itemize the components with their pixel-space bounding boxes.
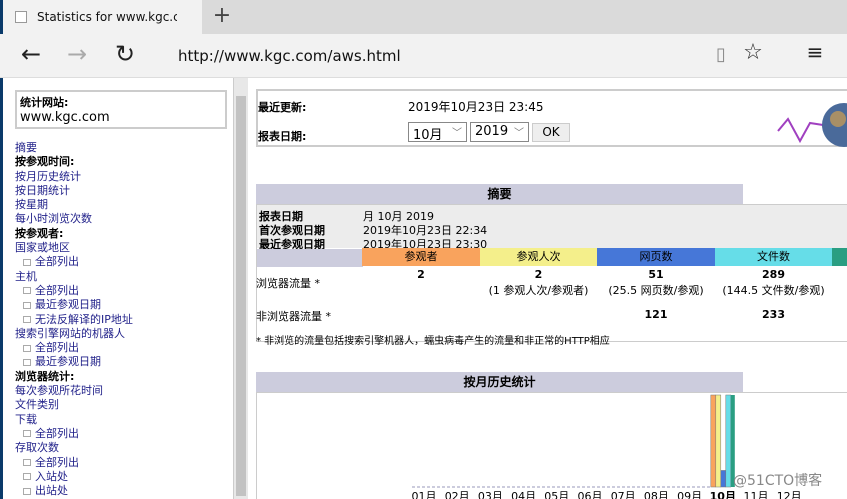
sidebar-item[interactable]: 出站处	[15, 484, 233, 498]
list-icon	[23, 459, 31, 467]
sidebar-item-label[interactable]: 按日期统计	[15, 184, 70, 197]
sidebar-item-label[interactable]: 全部列出	[35, 427, 79, 440]
new-tab-button[interactable]: +	[207, 4, 237, 30]
list-icon	[23, 473, 31, 481]
main-frame: 最近更新: 2019年10月23日 23:45 报表日期: 10月 ﹀ 2019 ﹀…	[248, 78, 847, 499]
sidebar-item-label[interactable]: 主机	[15, 270, 37, 283]
sidebar-item[interactable]: 全部列出	[15, 341, 233, 355]
sidebar-item-label[interactable]: 全部列出	[35, 255, 79, 268]
list-icon	[23, 487, 31, 495]
sidebar-menu: 摘要 按参观时间: 按月历史统计 按日期统计 按星期 每小时浏览次数 按参观者: 国家或地区全…	[15, 141, 233, 498]
sidebar-item[interactable]: 全部列出	[15, 255, 233, 269]
monthly-chart: 01月 02月 03月 04月 05月 06月 07月 08月 09月 10月 11月 12月	[412, 394, 802, 499]
sidebar-item[interactable]: 文件类别	[15, 398, 233, 412]
sidebar-item[interactable]: 每次参观所花时间	[15, 384, 233, 398]
sidebar-item-label: 按参观时间:	[15, 155, 75, 169]
scrollbar-thumb[interactable]	[236, 96, 246, 496]
reading-view-icon[interactable]: ▯	[706, 44, 736, 65]
list-icon	[23, 344, 31, 352]
sidebar-item[interactable]: 全部列出	[15, 284, 233, 298]
sidebar-item-label: 按参观者:	[15, 226, 64, 240]
watermark: @51CTO博客	[733, 473, 823, 489]
favorite-star-icon[interactable]: ☆	[738, 40, 768, 65]
site-label: 统计网站:	[20, 96, 69, 109]
sidebar-item-label[interactable]: 出站处	[35, 484, 68, 497]
sidebar-item-label[interactable]: 全部列出	[35, 456, 79, 469]
list-icon	[23, 316, 31, 324]
sidebar-item[interactable]: 按日期统计	[15, 184, 233, 198]
sidebar-item[interactable]: 按月历史统计	[15, 170, 233, 184]
list-icon	[23, 258, 31, 266]
sidebar-frame: 统计网站: www.kgc.com 摘要 按参观时间: 按月历史统计 按日期统计 按星期每…	[0, 78, 233, 499]
sidebar-item-label[interactable]: 入站处	[35, 470, 68, 483]
sidebar-item-label[interactable]: 按月历史统计	[15, 170, 81, 183]
sidebar-item[interactable]: 按星期	[15, 198, 233, 212]
sidebar-item-label[interactable]: 下载	[15, 413, 37, 426]
tab-title: Statistics for www.kgc.co	[37, 10, 177, 24]
bar-10月	[710, 394, 717, 488]
bar-10月	[715, 394, 722, 488]
sidebar-item[interactable]: 最近参观日期	[15, 355, 233, 369]
sidebar-item-label[interactable]: 全部列出	[35, 341, 79, 354]
x-tick-label: 07月	[611, 490, 636, 499]
sidebar-item-label[interactable]: 最近参观日期	[35, 355, 101, 368]
x-tick-label: 09月	[677, 490, 702, 499]
back-button[interactable]: ←	[16, 40, 46, 68]
sidebar-item[interactable]: 下载	[15, 413, 233, 427]
x-tick-label: 03月	[478, 490, 503, 499]
x-tick-label: 10月	[710, 490, 736, 499]
sidebar-item[interactable]: 每小时浏览次数	[15, 212, 233, 226]
sidebar-item[interactable]: 全部列出	[15, 456, 233, 470]
x-tick-label: 11月	[744, 490, 769, 499]
list-icon	[23, 358, 31, 366]
sidebar-item-label[interactable]: 按星期	[15, 198, 48, 211]
sidebar-item[interactable]: 入站处	[15, 470, 233, 484]
sidebar-item-label[interactable]: 最近参观日期	[35, 298, 101, 311]
sidebar-item-label[interactable]: 国家或地区	[15, 241, 70, 254]
x-tick-label: 08月	[644, 490, 669, 499]
sidebar-item: 浏览器统计:	[15, 370, 233, 384]
sidebar-item[interactable]: 主机	[15, 270, 233, 284]
sidebar-item[interactable]: 摘要	[15, 141, 233, 155]
site-box: 统计网站: www.kgc.com	[15, 90, 227, 129]
x-tick-label: 06月	[578, 490, 603, 499]
list-icon	[23, 301, 31, 309]
sidebar-item-label[interactable]: 文件类别	[15, 398, 59, 411]
sidebar-item-label[interactable]: 每次参观所花时间	[15, 384, 103, 397]
list-icon	[23, 430, 31, 438]
sidebar-item[interactable]: 无法反解译的IP地址	[15, 313, 233, 327]
forward-button[interactable]: →	[62, 40, 92, 68]
sidebar-item-label[interactable]: 无法反解译的IP地址	[35, 313, 133, 326]
sidebar-item-label[interactable]: 存取次数	[15, 441, 59, 454]
sidebar-item[interactable]: 最近参观日期	[15, 298, 233, 312]
sidebar-item[interactable]: 存取次数	[15, 441, 233, 455]
tab-bar: Statistics for www.kgc.co +	[0, 0, 847, 34]
x-tick-label: 04月	[511, 490, 536, 499]
site-name: www.kgc.com	[20, 110, 110, 125]
sidebar-item-label[interactable]: 每小时浏览次数	[15, 212, 92, 225]
refresh-button[interactable]: ↻	[110, 40, 140, 68]
sidebar-item-label[interactable]: 搜索引擎网站的机器人	[15, 327, 125, 340]
list-icon	[23, 287, 31, 295]
sidebar-item[interactable]: 搜索引擎网站的机器人	[15, 327, 233, 341]
sidebar-item[interactable]: 全部列出	[15, 427, 233, 441]
sidebar-item: 按参观者:	[15, 227, 233, 241]
page-icon	[15, 11, 27, 23]
sidebar-item-label: 浏览器统计:	[15, 369, 75, 383]
x-tick-label: 05月	[544, 490, 569, 499]
hub-menu-icon[interactable]: ≡	[800, 40, 830, 64]
sidebar-item[interactable]: 国家或地区	[15, 241, 233, 255]
x-tick-label: 02月	[445, 490, 470, 499]
sidebar-item-label[interactable]: 摘要	[15, 141, 37, 154]
bar-10月	[720, 470, 727, 488]
nav-bar: ← → ↻ http://www.kgc.com/aws.html ▯ ☆ ≡	[0, 34, 847, 78]
bar-10月	[725, 394, 732, 488]
address-bar[interactable]: http://www.kgc.com/aws.html	[178, 47, 401, 65]
sidebar-item: 按参观时间:	[15, 155, 233, 169]
x-tick-label: 01月	[412, 490, 437, 499]
scrollbar[interactable]	[233, 78, 248, 499]
sidebar-item-label[interactable]: 全部列出	[35, 284, 79, 297]
browser-tab[interactable]: Statistics for www.kgc.co	[0, 0, 202, 34]
x-tick-label: 12月	[777, 490, 802, 499]
